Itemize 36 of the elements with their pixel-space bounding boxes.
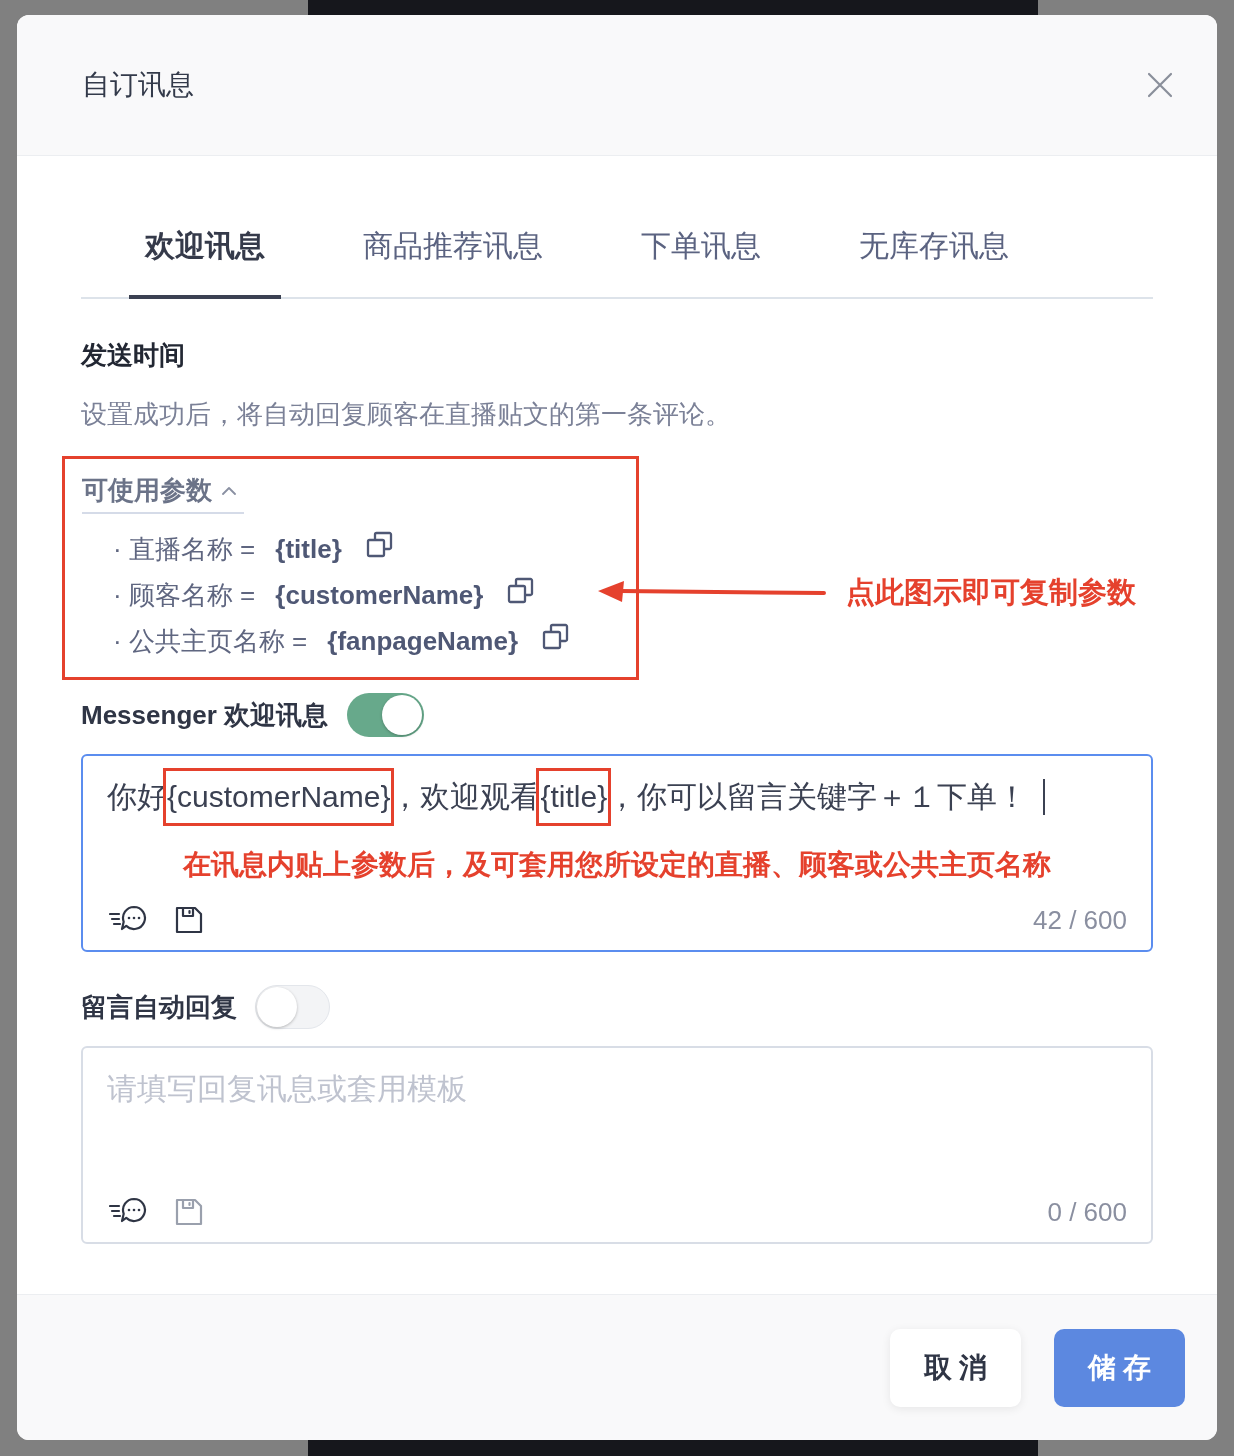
toggle-switch[interactable] bbox=[255, 985, 330, 1029]
parameters-toggle[interactable]: 可使用参数 bbox=[82, 474, 244, 514]
section-heading: 发送时间 bbox=[81, 339, 186, 371]
copy-icon[interactable] bbox=[507, 576, 535, 604]
text-cursor bbox=[1043, 779, 1046, 815]
parameter-value: {customerName} bbox=[275, 579, 484, 611]
annotation-text: 点此图示即可复制参数 bbox=[846, 575, 1136, 610]
highlighted-parameter: {title} bbox=[536, 768, 612, 826]
cancel-button[interactable]: 取 消 bbox=[890, 1328, 1021, 1407]
copy-icon[interactable] bbox=[365, 530, 393, 558]
save-button[interactable]: 储 存 bbox=[1054, 1328, 1185, 1407]
placeholder-text: 请填写回复讯息或套用模板 bbox=[107, 1071, 467, 1107]
character-counter: 42 / 600 bbox=[1033, 904, 1127, 936]
highlighted-parameter: {customerName} bbox=[163, 768, 395, 826]
description-text: 设置成功后，将自动回复顾客在直播贴文的第一条评论。 bbox=[81, 398, 732, 430]
copy-icon[interactable] bbox=[542, 622, 570, 650]
character-counter: 0 / 600 bbox=[1047, 1196, 1127, 1228]
dialog-title: 自订讯息 bbox=[82, 68, 194, 102]
parameter-label: · 公共主页名称 = bbox=[113, 625, 308, 657]
save-icon[interactable] bbox=[174, 905, 204, 935]
close-icon bbox=[1147, 72, 1173, 98]
toggle-label: Messenger 欢迎讯息 bbox=[81, 699, 329, 731]
parameter-label: · 直播名称 = bbox=[113, 533, 256, 565]
tab[interactable]: 商品推荐讯息 bbox=[347, 214, 559, 299]
parameter-label: · 顾客名称 = bbox=[113, 579, 256, 611]
parameter-value: {title} bbox=[275, 533, 342, 565]
annotation-text: 在讯息内贴上参数后，及可套用您所设定的直播、顾客或公共主页名称 bbox=[181, 848, 1052, 882]
tab[interactable]: 下单讯息 bbox=[625, 214, 777, 299]
tab[interactable]: 无库存讯息 bbox=[843, 214, 1025, 299]
toggle-switch[interactable] bbox=[347, 693, 425, 737]
tab[interactable]: 欢迎讯息 bbox=[129, 214, 281, 299]
toggle-label: 留言自动回复 bbox=[81, 991, 237, 1023]
reply-input-field[interactable]: 请填写回复讯息或套用模板 0 / 600 bbox=[81, 1046, 1153, 1244]
close-button[interactable] bbox=[1147, 72, 1173, 98]
caret-up-icon bbox=[222, 485, 236, 495]
parameter-value: {fanpageName} bbox=[327, 625, 519, 657]
